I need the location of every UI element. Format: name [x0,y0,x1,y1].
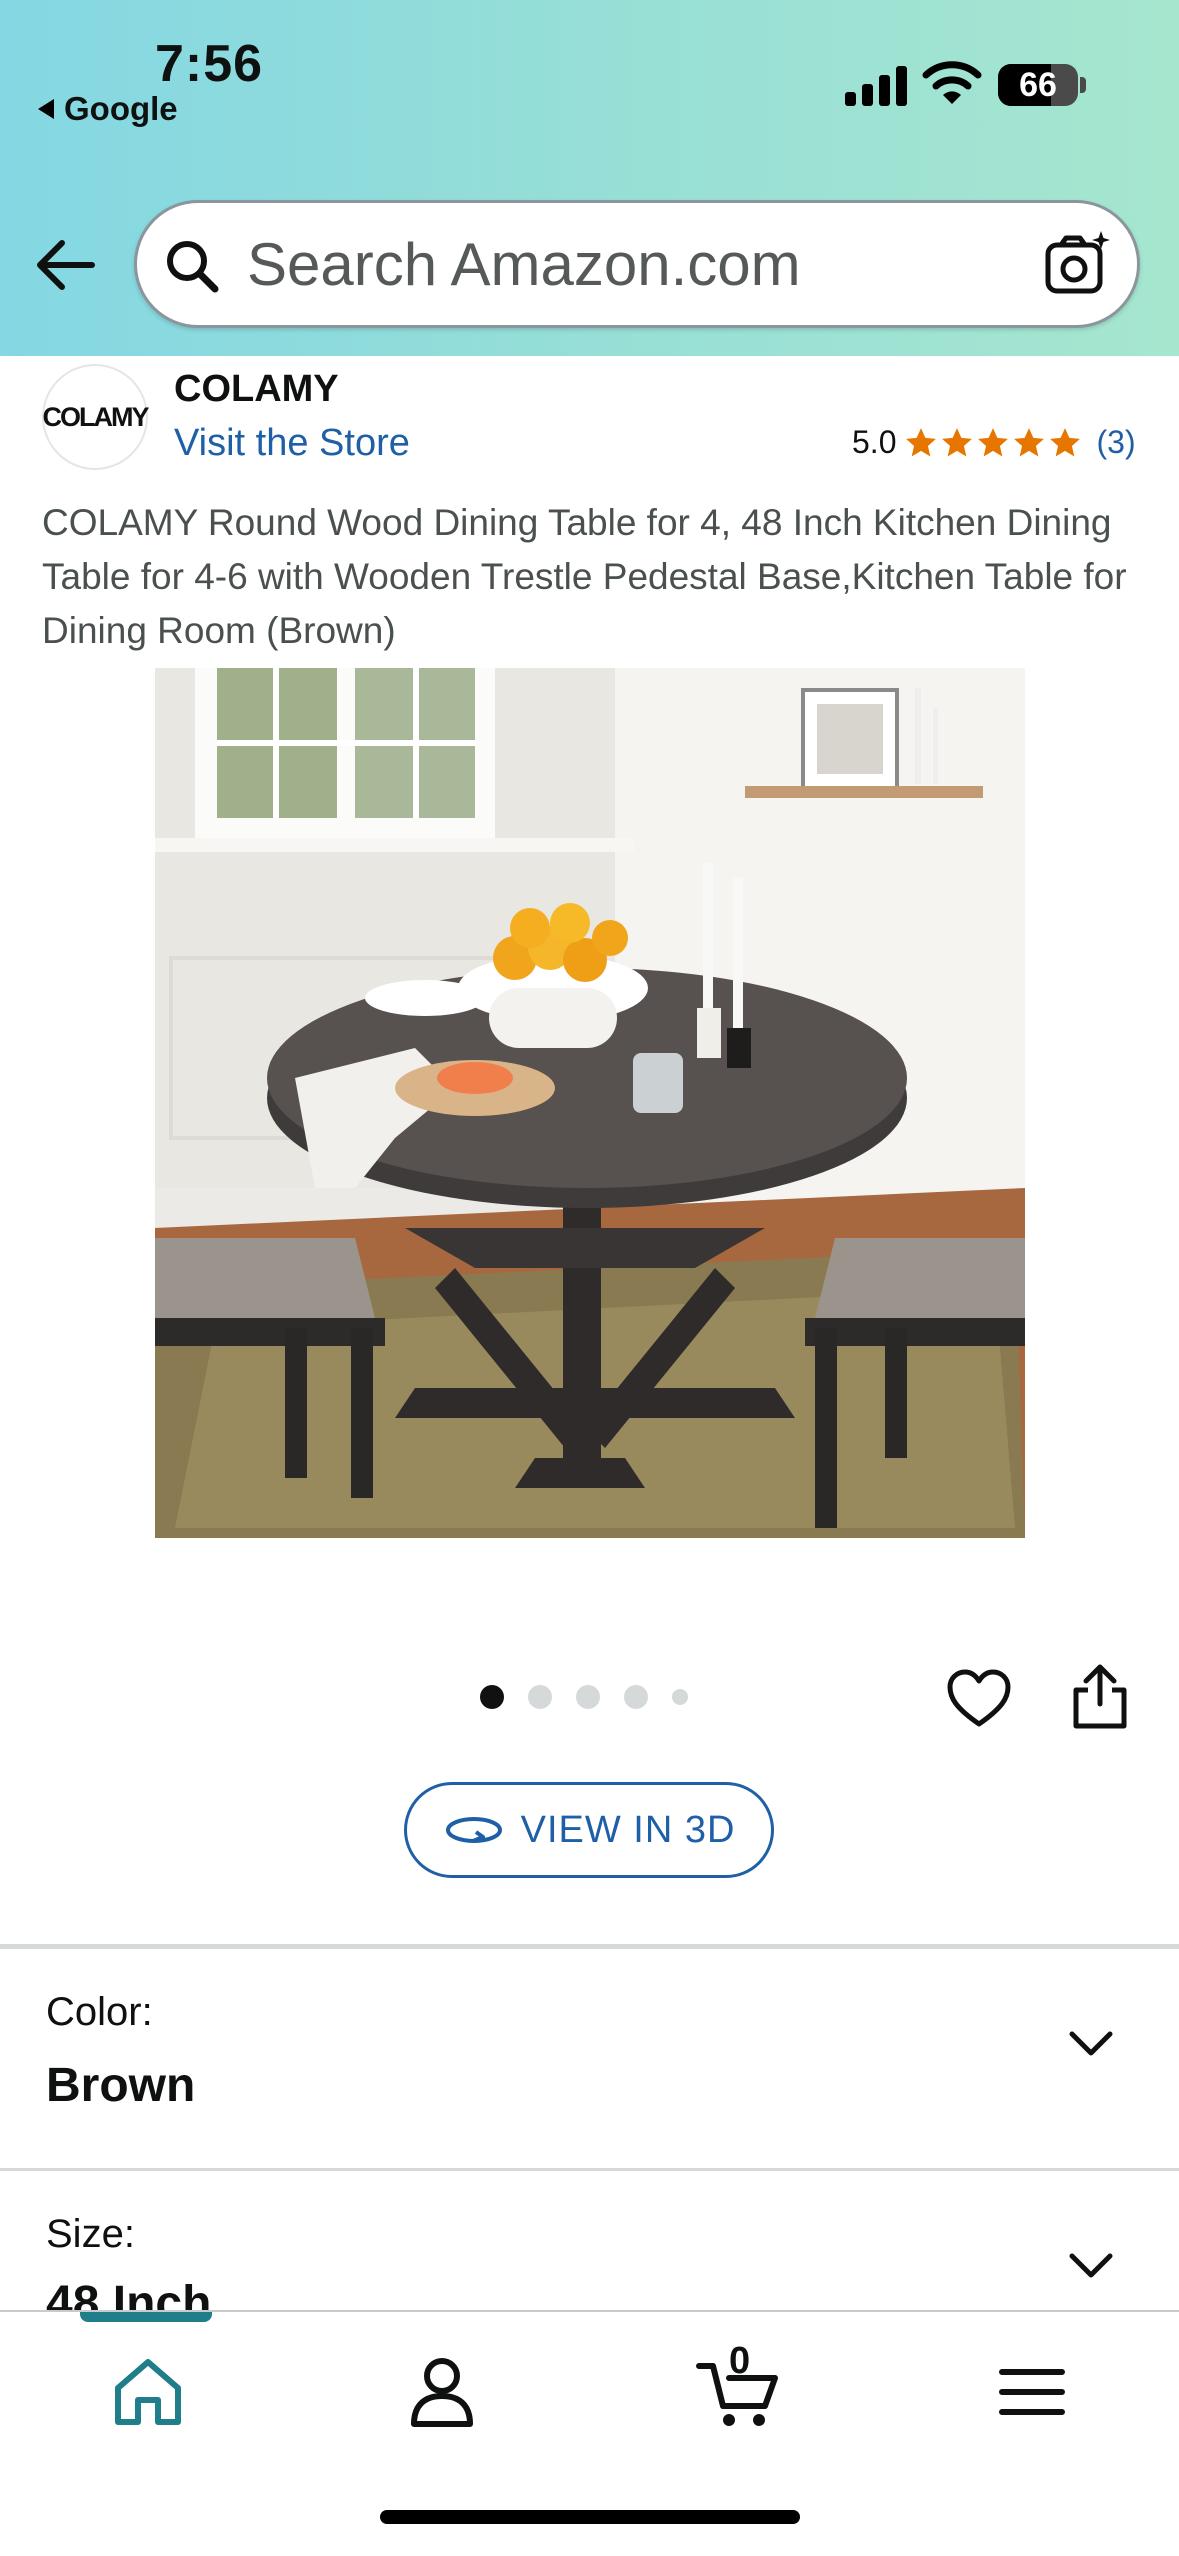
search-icon [167,241,219,293]
view-in-3d-button[interactable]: VIEW IN 3D [404,1782,774,1878]
carousel-dot-3[interactable] [576,1685,600,1709]
carousel-dot-1[interactable] [480,1685,504,1709]
carousel-dot-5[interactable] [672,1689,688,1705]
rating-value: 5.0 [852,424,897,460]
size-label: Size: [46,2212,135,2256]
home-indicator [380,2510,800,2524]
view-in-3d-label: VIEW IN 3D [520,1808,736,1851]
star-icon [1050,427,1081,456]
heart-icon[interactable] [946,1668,1012,1730]
star-icon [942,427,973,456]
back-app-label: Google [64,90,178,127]
cart-count: 0 [729,2340,751,2382]
search-input[interactable] [247,231,987,297]
chevron-down-icon[interactable] [1066,2250,1116,2282]
wifi-icon [922,61,982,104]
star-rating [904,426,1082,460]
rating-count-link[interactable]: (3) [1096,424,1135,461]
status-time: 7:56 [155,35,264,93]
share-icon[interactable] [1070,1662,1130,1732]
cellular-signal-icon [845,62,907,106]
product-title: COLAMY Round Wood Dining Table for 4, 48… [42,502,1127,651]
battery-level: 66 [1019,65,1057,104]
battery-tip [1080,77,1086,93]
search-bar[interactable] [134,200,1140,328]
back-to-app-link[interactable]: Google [38,90,178,128]
home-icon[interactable] [108,2352,188,2432]
battery-icon: 66 [998,64,1078,106]
color-value: Brown [46,2059,196,2112]
active-tab-indicator [80,2312,212,2322]
visit-store-link[interactable]: Visit the Store [174,422,410,465]
option-divider [0,2168,1179,2171]
chevron-down-icon[interactable] [1066,2028,1116,2060]
carousel-dot-2[interactable] [528,1685,552,1709]
rating-summary[interactable]: 5.0 (3) [852,424,1136,461]
menu-icon[interactable] [992,2352,1072,2432]
camera-search-icon[interactable] [1043,229,1113,301]
star-icon [906,427,937,456]
brand-logo[interactable]: COLAMY [42,364,150,470]
star-icon [978,427,1009,456]
color-label: Color: [46,1990,153,2034]
product-image[interactable] [155,668,1025,1538]
star-icon [1014,427,1045,456]
carousel-dots[interactable] [480,1685,688,1709]
carousel-dot-4[interactable] [624,1685,648,1709]
section-divider [0,1944,1179,1949]
brand-name: COLAMY [174,368,339,410]
account-icon[interactable] [402,2352,482,2432]
back-triangle-icon [38,99,54,119]
rotate-3d-icon [445,1817,502,1843]
back-arrow-icon[interactable] [34,235,98,295]
